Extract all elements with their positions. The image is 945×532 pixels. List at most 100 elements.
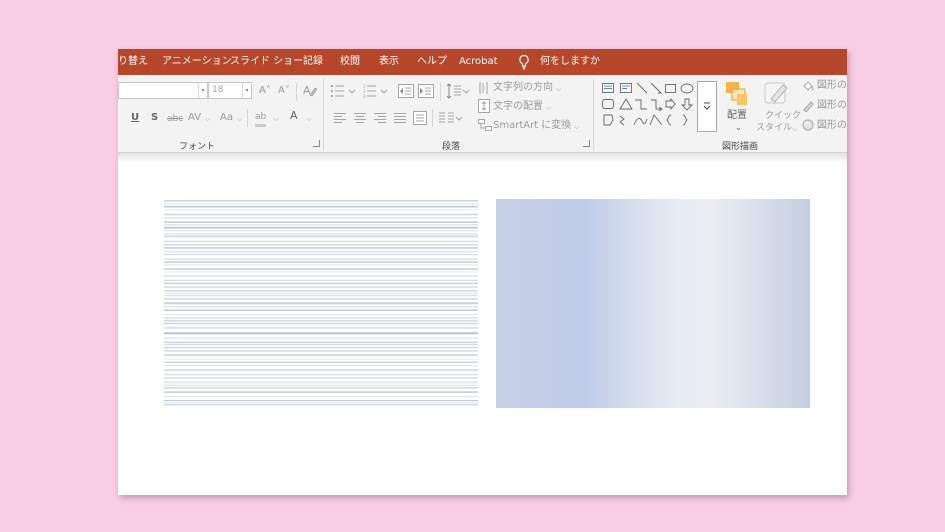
strikethrough-button[interactable]: abc bbox=[167, 113, 183, 125]
align-text-icon[interactable] bbox=[478, 99, 490, 113]
font-size-combo[interactable]: 18 ▾ bbox=[208, 82, 252, 99]
group-divider bbox=[323, 79, 324, 151]
tab-slideshow[interactable]: スライド ショー bbox=[230, 56, 303, 68]
numbering-icon[interactable]: 123 bbox=[363, 84, 389, 98]
shape-effects-button[interactable]: 図形の bbox=[817, 120, 847, 132]
columns-icon[interactable] bbox=[438, 111, 462, 125]
stripe-line bbox=[164, 391, 478, 393]
chevron-down-icon[interactable]: ⌵ bbox=[546, 102, 551, 114]
shape-fill-button[interactable]: 図形の bbox=[817, 80, 847, 92]
font-dialog-launcher-icon[interactable] bbox=[313, 140, 320, 147]
stripe-line bbox=[164, 344, 478, 346]
striped-lines-image[interactable] bbox=[164, 199, 478, 409]
paragraph-dialog-launcher-icon[interactable] bbox=[583, 140, 590, 147]
chevron-down-icon[interactable]: ⌵ bbox=[237, 113, 242, 125]
tab-help[interactable]: ヘルプ bbox=[417, 56, 447, 68]
arrange-button[interactable]: 配置 bbox=[727, 110, 747, 122]
lightbulb-icon bbox=[519, 54, 529, 70]
shape-fill-icon[interactable] bbox=[802, 80, 815, 92]
chevron-down-icon[interactable]: ⌵ bbox=[574, 121, 579, 133]
stripe-line bbox=[164, 402, 478, 403]
stripe-line bbox=[164, 200, 478, 202]
divider bbox=[432, 109, 433, 127]
divider bbox=[296, 83, 297, 101]
font-name-combo[interactable]: ▾ bbox=[118, 82, 208, 99]
align-text-button[interactable]: 文字の配置 bbox=[493, 101, 543, 113]
align-right-icon[interactable] bbox=[374, 112, 386, 124]
stripe-line bbox=[164, 350, 478, 352]
tab-view[interactable]: 表示 bbox=[379, 56, 399, 68]
chevron-down-icon[interactable]: ⌵ bbox=[792, 123, 797, 135]
underline-button[interactable]: U bbox=[131, 112, 139, 124]
justify-icon[interactable] bbox=[394, 112, 406, 124]
chevron-down-icon[interactable]: ⌵ bbox=[306, 113, 311, 125]
chevron-down-icon[interactable]: ▾ bbox=[242, 83, 251, 98]
increase-indent-icon[interactable] bbox=[418, 84, 434, 98]
stripe-line bbox=[164, 258, 478, 260]
quick-styles-label-1[interactable]: クイック bbox=[765, 110, 801, 122]
tab-transitions[interactable]: り替え bbox=[118, 56, 148, 68]
smartart-convert-button[interactable]: SmartArt に変換 bbox=[493, 120, 571, 132]
chevron-down-icon[interactable]: ⌵ bbox=[273, 113, 278, 125]
stripe-line bbox=[164, 233, 478, 235]
tab-animations[interactable]: アニメーション bbox=[162, 56, 232, 68]
chevron-down-icon[interactable]: ⌵ bbox=[556, 83, 561, 95]
tab-review[interactable]: 校閲 bbox=[340, 56, 360, 68]
distributed-icon[interactable] bbox=[413, 111, 427, 125]
stripe-line bbox=[164, 306, 478, 308]
stripe-line bbox=[164, 206, 478, 208]
stripe-line bbox=[164, 235, 478, 238]
stripe-line bbox=[164, 302, 478, 305]
stripe-line bbox=[164, 377, 478, 379]
quick-styles-label-2[interactable]: スタイル bbox=[756, 122, 792, 134]
stripe-line bbox=[164, 386, 478, 389]
gradient-rectangle[interactable] bbox=[496, 199, 810, 408]
quick-styles-icon[interactable] bbox=[763, 81, 791, 107]
tab-acrobat[interactable]: Acrobat bbox=[459, 56, 498, 68]
shape-effects-icon[interactable] bbox=[802, 119, 815, 131]
grow-font-button[interactable]: A˄ bbox=[259, 85, 271, 97]
shapes-gallery[interactable] bbox=[601, 81, 696, 131]
highlight-color-button[interactable]: ab bbox=[255, 111, 267, 127]
font-group-label: フォント bbox=[179, 142, 216, 152]
align-left-icon[interactable] bbox=[334, 112, 346, 124]
text-direction-icon[interactable] bbox=[478, 81, 490, 95]
stripe-line bbox=[164, 261, 478, 263]
stripe-line bbox=[164, 337, 478, 340]
stripe-line bbox=[164, 290, 478, 292]
stripe-line bbox=[164, 275, 478, 277]
more-icon bbox=[703, 102, 711, 110]
character-spacing-button[interactable]: AV bbox=[188, 112, 201, 124]
font-color-button[interactable]: A bbox=[290, 110, 298, 122]
smartart-icon[interactable] bbox=[478, 119, 492, 131]
chevron-down-icon[interactable]: ⌵ bbox=[205, 113, 210, 125]
stripe-line bbox=[164, 240, 478, 242]
decrease-indent-icon[interactable] bbox=[398, 84, 414, 98]
shadow-button[interactable]: S bbox=[151, 112, 158, 124]
clear-formatting-icon[interactable]: A bbox=[303, 83, 317, 98]
stripe-line bbox=[164, 317, 478, 319]
stripe-line bbox=[164, 217, 478, 219]
paragraph-group-label: 段落 bbox=[442, 142, 461, 152]
shrink-font-button[interactable]: A˅ bbox=[278, 85, 290, 97]
bullets-icon[interactable] bbox=[331, 84, 357, 98]
stripe-line bbox=[164, 396, 478, 398]
arrange-icon[interactable] bbox=[725, 81, 749, 107]
stripe-line bbox=[164, 286, 478, 288]
chevron-down-icon[interactable]: ⌄ bbox=[735, 122, 742, 134]
change-case-button[interactable]: Aa bbox=[220, 112, 233, 124]
stripe-line bbox=[164, 319, 478, 322]
line-spacing-icon[interactable] bbox=[446, 83, 470, 99]
align-center-icon[interactable] bbox=[354, 112, 366, 124]
stripe-line bbox=[164, 373, 478, 376]
tab-record[interactable]: 記録 bbox=[303, 56, 323, 68]
shape-outline-button[interactable]: 図形の bbox=[817, 100, 847, 112]
shapes-gallery-more-button[interactable] bbox=[697, 81, 717, 132]
tell-me-search[interactable]: 何をしますか bbox=[540, 56, 600, 68]
chevron-down-icon[interactable]: ▾ bbox=[198, 83, 207, 98]
shape-outline-icon[interactable] bbox=[802, 100, 815, 112]
divider bbox=[440, 83, 441, 101]
group-divider bbox=[593, 79, 594, 151]
slide-canvas[interactable] bbox=[118, 161, 847, 495]
text-direction-button[interactable]: 文字列の方向 bbox=[493, 82, 553, 94]
